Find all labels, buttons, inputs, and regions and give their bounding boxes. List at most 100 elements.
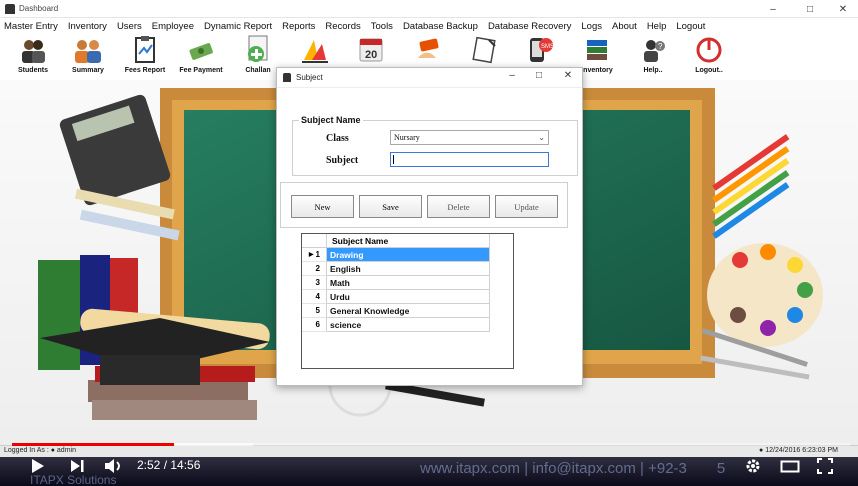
table-cell[interactable]: science bbox=[327, 318, 490, 332]
dialog-close-button[interactable]: ✕ bbox=[558, 70, 578, 81]
minimize-button[interactable]: – bbox=[756, 0, 790, 18]
menu-logout[interactable]: Logout bbox=[676, 21, 705, 32]
theater-mode-icon[interactable] bbox=[780, 458, 800, 474]
svg-text:?: ? bbox=[658, 42, 663, 51]
table-cell[interactable]: Math bbox=[327, 276, 490, 290]
table-cell[interactable]: English bbox=[327, 262, 490, 276]
volume-icon[interactable] bbox=[104, 458, 124, 474]
calendar-icon: 20 bbox=[356, 36, 386, 64]
delete-button[interactable]: Delete bbox=[427, 195, 490, 218]
column-header-subject-name[interactable]: Subject Name bbox=[327, 234, 490, 248]
fees-report-button[interactable]: Fees Report bbox=[117, 34, 173, 80]
money-icon bbox=[186, 36, 216, 64]
students-label: Students bbox=[18, 67, 48, 74]
fees-report-icon bbox=[130, 36, 160, 64]
dialog-title: Subject bbox=[296, 73, 323, 82]
menu-database-recovery[interactable]: Database Recovery bbox=[488, 21, 571, 32]
contact-watermark-text: www.itapx.com | info@itapx.com | +92-3 bbox=[420, 460, 687, 477]
menu-bar: Master Entry Inventory Users Employee Dy… bbox=[0, 18, 858, 34]
table-cell[interactable]: Drawing bbox=[327, 248, 490, 262]
row-number: 1 bbox=[315, 250, 320, 259]
class-select-value: Nursary bbox=[394, 133, 420, 142]
menu-inventory[interactable]: Inventory bbox=[68, 21, 107, 32]
class-label: Class bbox=[326, 133, 349, 144]
students-button[interactable]: Students bbox=[5, 34, 61, 80]
update-button[interactable]: Update bbox=[495, 195, 558, 218]
fees-report-label: Fees Report bbox=[124, 67, 166, 74]
summary-button[interactable]: Summary bbox=[60, 34, 116, 80]
table-cell[interactable]: General Knowledge bbox=[327, 304, 490, 318]
subject-label: Subject bbox=[326, 155, 359, 166]
sms-phone-icon: SMS bbox=[525, 36, 555, 64]
fee-payment-label: Fee Payment bbox=[179, 67, 223, 74]
fullscreen-icon[interactable] bbox=[817, 458, 833, 474]
menu-master-entry[interactable]: Master Entry bbox=[4, 21, 58, 32]
menu-reports[interactable]: Reports bbox=[282, 21, 315, 32]
new-button[interactable]: New bbox=[291, 195, 354, 218]
menu-about[interactable]: About bbox=[612, 21, 637, 32]
subjects-grid: Subject Name ▶ 1 Drawing 2 English 3 Math… bbox=[301, 233, 514, 369]
contact-watermark-tail: 5 bbox=[716, 460, 726, 477]
summary-label: Summary bbox=[72, 67, 104, 74]
window-title: Dashboard bbox=[19, 4, 59, 13]
group-title: Subject Name bbox=[299, 115, 363, 125]
save-button[interactable]: Save bbox=[359, 195, 422, 218]
table-row[interactable]: 6 science bbox=[302, 318, 490, 332]
subject-input[interactable] bbox=[390, 152, 549, 167]
fee-payment-button[interactable]: Fee Payment bbox=[173, 34, 229, 80]
books-icon bbox=[582, 36, 612, 64]
menu-database-backup[interactable]: Database Backup bbox=[403, 21, 478, 32]
row-header[interactable]: 2 bbox=[302, 262, 327, 276]
actions-group: New Save Delete Update bbox=[280, 182, 568, 228]
help-label: Help.. bbox=[643, 67, 663, 74]
dialog-titlebar: Subject – □ ✕ bbox=[277, 68, 582, 88]
grid-corner[interactable] bbox=[302, 234, 327, 248]
text-caret bbox=[393, 155, 394, 164]
close-button[interactable]: ✕ bbox=[826, 0, 858, 18]
notepad-icon bbox=[469, 36, 499, 64]
maximize-button[interactable]: □ bbox=[793, 0, 827, 18]
menu-employee[interactable]: Employee bbox=[152, 21, 194, 32]
chart-icon bbox=[300, 36, 330, 64]
next-icon[interactable] bbox=[70, 458, 86, 474]
row-header[interactable]: 3 bbox=[302, 276, 327, 290]
video-progress-fill[interactable] bbox=[12, 443, 174, 446]
row-header[interactable]: 4 bbox=[302, 290, 327, 304]
current-row-arrow-icon: ▶ bbox=[308, 252, 314, 258]
dialog-maximize-button[interactable]: □ bbox=[529, 70, 549, 81]
dialog-minimize-button[interactable]: – bbox=[502, 70, 522, 81]
status-bar: Logged In As : ● admin ● 12/24/2016 6:23… bbox=[0, 445, 858, 457]
brand-watermark: ITAPX Solutions bbox=[30, 473, 117, 486]
menu-tools[interactable]: Tools bbox=[371, 21, 393, 32]
contact-watermark: www.itapx.com | info@itapx.com | +92-3 5 bbox=[420, 460, 725, 477]
menu-users[interactable]: Users bbox=[117, 21, 142, 32]
menu-logs[interactable]: Logs bbox=[581, 21, 602, 32]
table-row[interactable]: 3 Math bbox=[302, 276, 490, 290]
table-row[interactable]: 4 Urdu bbox=[302, 290, 490, 304]
table-cell[interactable]: Urdu bbox=[327, 290, 490, 304]
table-row[interactable]: 2 English bbox=[302, 262, 490, 276]
menu-help[interactable]: Help bbox=[647, 21, 667, 32]
help-button[interactable]: ? Help.. bbox=[625, 34, 681, 80]
menu-dynamic-report[interactable]: Dynamic Report bbox=[204, 21, 272, 32]
chevron-down-icon[interactable]: ⌄ bbox=[538, 131, 545, 144]
table-row[interactable]: ▶ 1 Drawing bbox=[302, 248, 490, 262]
logout-button[interactable]: Logout.. bbox=[681, 34, 737, 80]
help-person-icon: ? bbox=[638, 36, 668, 64]
row-header[interactable]: 6 bbox=[302, 318, 327, 332]
logged-in-status: Logged In As : ● admin bbox=[4, 447, 76, 454]
power-icon bbox=[694, 36, 724, 64]
user-icon: ● bbox=[50, 447, 55, 454]
menu-records[interactable]: Records bbox=[325, 21, 360, 32]
row-header[interactable]: 5 bbox=[302, 304, 327, 318]
challan-label: Challan bbox=[245, 67, 271, 74]
datetime-status: ● 12/24/2016 6:23:03 PM bbox=[759, 447, 838, 454]
settings-gear-icon[interactable] bbox=[745, 458, 761, 474]
class-select[interactable]: Nursary ⌄ bbox=[390, 130, 549, 145]
table-row[interactable]: 5 General Knowledge bbox=[302, 304, 490, 318]
logged-in-user: admin bbox=[56, 447, 76, 454]
play-icon[interactable] bbox=[30, 458, 46, 474]
dialog-app-icon bbox=[283, 73, 291, 82]
students-icon bbox=[18, 36, 48, 64]
row-header[interactable]: ▶ 1 bbox=[302, 248, 327, 262]
